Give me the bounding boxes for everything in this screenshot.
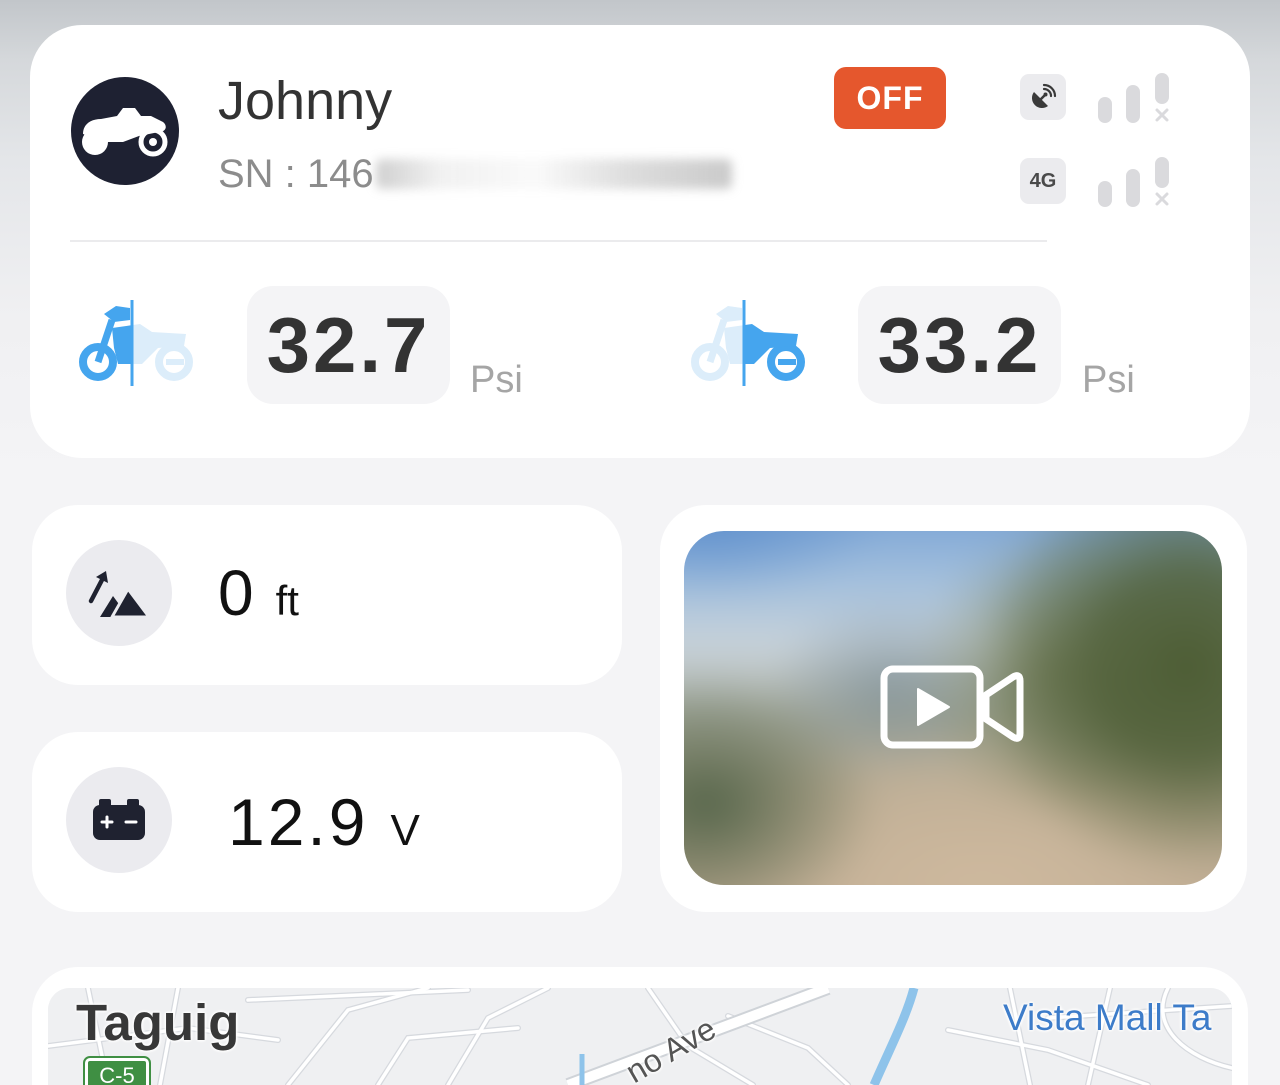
battery-reading: 12.9 V	[228, 789, 420, 855]
rear-tire-icon	[691, 300, 805, 386]
altitude-unit: ft	[275, 577, 299, 624]
signal-bars-no-service-icon	[1098, 157, 1169, 207]
altitude-icon-badge	[66, 540, 172, 646]
front-tire-icon	[79, 300, 193, 386]
serial-redacted	[375, 159, 732, 189]
video-thumbnail[interactable]	[684, 531, 1222, 885]
map-poi-label[interactable]: Vista Mall Ta	[1003, 999, 1211, 1036]
power-status-badge[interactable]: OFF	[834, 67, 946, 129]
video-play-icon[interactable]	[880, 665, 1024, 749]
device-card[interactable]: Johnny SN : 146 OFF 4G 32.7 Psi 33.2 Psi	[30, 25, 1250, 458]
battery-icon-badge	[66, 767, 172, 873]
map-card[interactable]: Taguig Vista Mall Ta no Ave C-5	[32, 967, 1248, 1085]
mountain-icon	[88, 571, 150, 618]
front-tire-unit: Psi	[470, 359, 523, 401]
altitude-reading: 0 ft	[218, 561, 299, 625]
signal-bars-no-service-icon	[1098, 73, 1169, 123]
battery-voltage: 12.9	[228, 785, 369, 859]
rear-tire-unit: Psi	[1082, 359, 1135, 401]
map-area-label: Taguig	[76, 994, 240, 1051]
rear-tire-pressure: 33.2	[858, 286, 1061, 404]
battery-unit: V	[390, 806, 420, 855]
satellite-icon	[1032, 83, 1057, 108]
video-card[interactable]	[660, 505, 1247, 912]
device-name: Johnny	[218, 71, 393, 131]
front-tire-pressure: 32.7	[247, 286, 450, 404]
map-view[interactable]: Taguig Vista Mall Ta no Ave C-5	[48, 988, 1232, 1085]
device-avatar	[71, 77, 179, 185]
battery-icon	[93, 799, 145, 840]
serial-number: SN : 146	[218, 154, 732, 194]
gps-status	[1020, 74, 1066, 120]
battery-card[interactable]: 12.9 V	[32, 732, 622, 912]
motorcycle-icon	[82, 108, 168, 157]
divider	[70, 240, 1047, 242]
altitude-value: 0	[218, 557, 256, 629]
network-type-badge: 4G	[1020, 158, 1066, 204]
map-route-shield: C-5	[83, 1056, 151, 1085]
altitude-card[interactable]: 0 ft	[32, 505, 622, 685]
serial-label: SN : 146	[218, 152, 374, 196]
